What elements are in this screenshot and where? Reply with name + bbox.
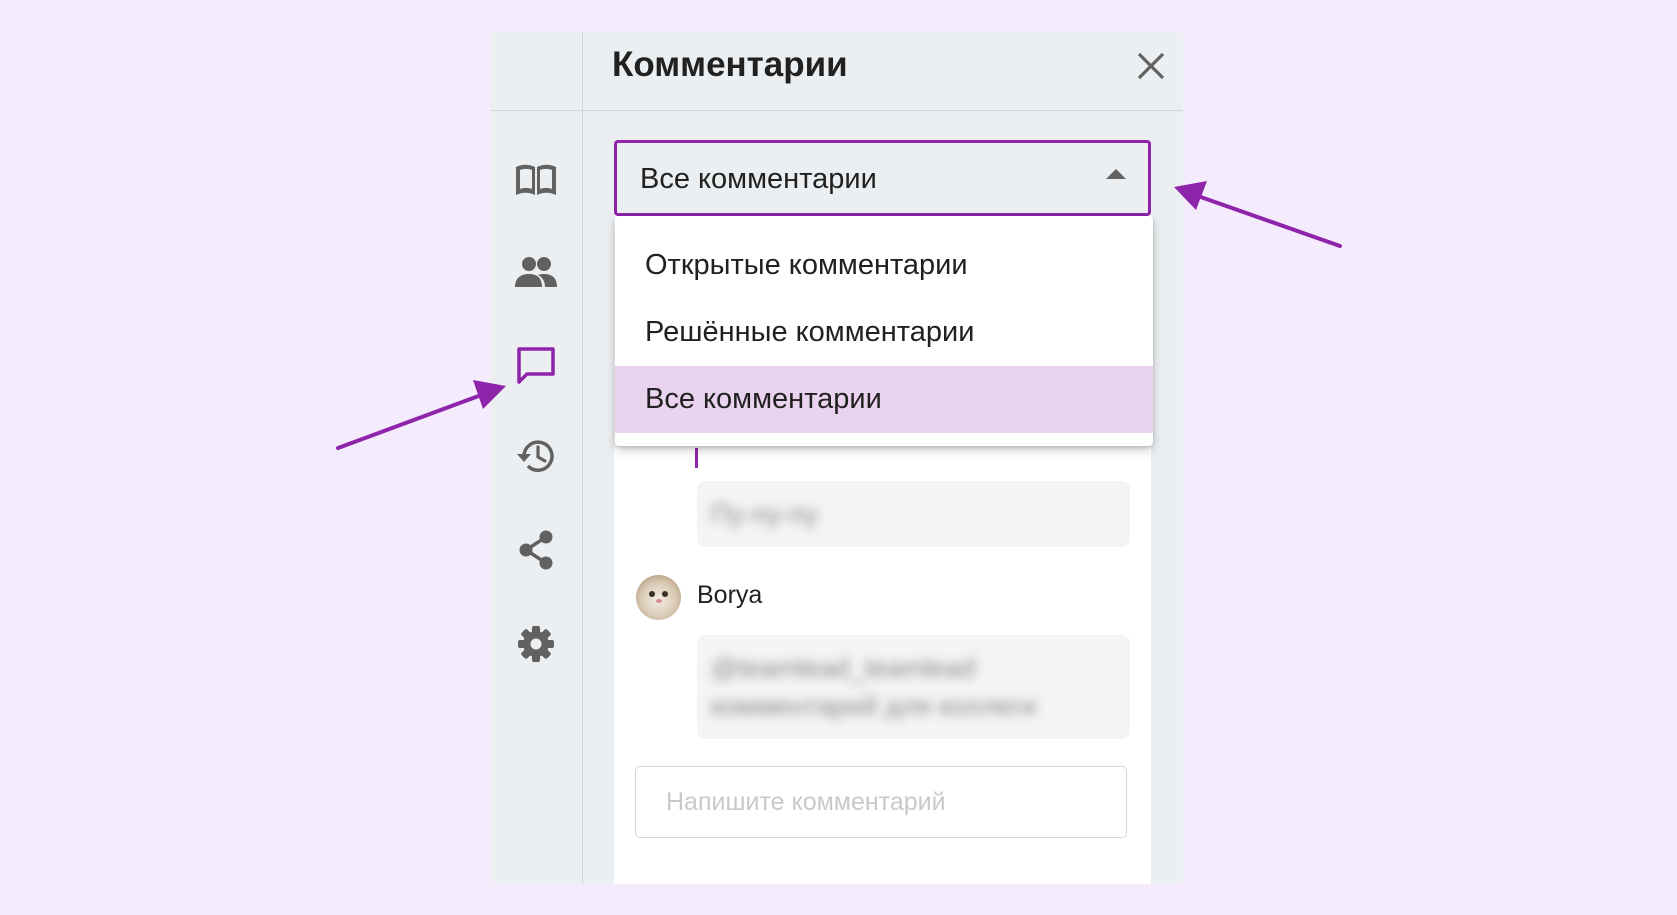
- share-icon: [519, 530, 553, 570]
- close-icon: [1137, 52, 1165, 80]
- sidebar-item-book[interactable]: [512, 156, 560, 204]
- comment-filter-select[interactable]: Все комментарии: [614, 140, 1151, 216]
- filter-option-resolved[interactable]: Решённые комментарии: [615, 299, 1153, 366]
- comment-icon: [517, 347, 555, 384]
- comment-bubble: Пу-пу-пу: [697, 481, 1130, 547]
- people-icon: [515, 257, 557, 287]
- sidebar-rail: [490, 32, 583, 884]
- sidebar-item-settings[interactable]: [512, 620, 560, 668]
- filter-option-open[interactable]: Открытые комментарии: [615, 232, 1153, 299]
- select-value: Все комментарии: [640, 163, 877, 195]
- history-icon: [517, 440, 554, 472]
- caret-up-icon: [1106, 169, 1126, 179]
- avatar: [636, 575, 681, 620]
- settings-icon: [518, 626, 554, 662]
- sidebar-item-history[interactable]: [512, 432, 560, 480]
- book-icon: [516, 164, 556, 195]
- comments-panel: Комментарии Пу-пу-пу Borya @teamlead_tea…: [490, 32, 1183, 884]
- sidebar-item-people[interactable]: [512, 248, 560, 296]
- rail-header: [490, 32, 583, 111]
- thread-line: [695, 448, 698, 468]
- comment-text-line: @teamlead_teamlead: [711, 653, 976, 683]
- comment-author: Borya: [697, 581, 763, 609]
- filter-dropdown-menu: Открытые комментарии Решённые комментари…: [615, 216, 1153, 446]
- close-button[interactable]: [1131, 46, 1171, 86]
- filter-option-all[interactable]: Все комментарии: [615, 366, 1153, 433]
- sidebar-item-share[interactable]: [512, 526, 560, 574]
- comment-bubble: @teamlead_teamlead комментарий для колле…: [697, 635, 1130, 739]
- panel-title: Комментарии: [612, 45, 848, 84]
- comment-input[interactable]: [635, 766, 1127, 838]
- annotation-arrow-right: [1174, 181, 1342, 248]
- comment-text: Пу-пу-пу: [711, 499, 819, 529]
- annotation-arrow-left: [336, 380, 506, 450]
- comment-text-line: комментарий для коллеги: [711, 691, 1037, 721]
- sidebar-item-comments[interactable]: [512, 342, 560, 390]
